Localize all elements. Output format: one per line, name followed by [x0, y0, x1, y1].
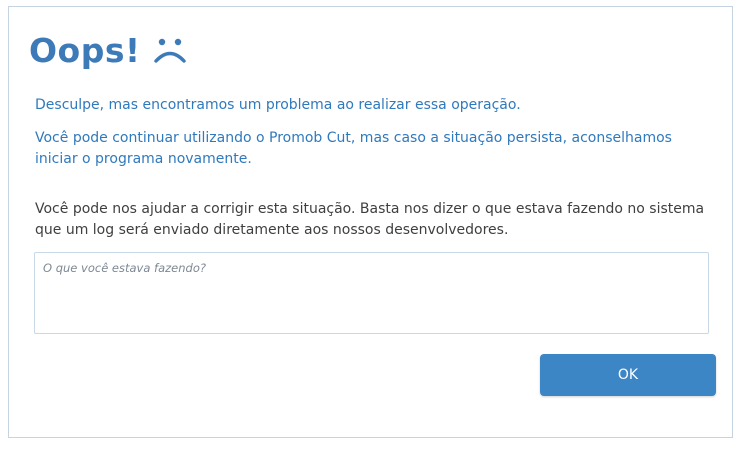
help-message: Você pode nos ajudar a corrigir esta sit…	[35, 201, 705, 238]
title-row: Oops!	[29, 29, 187, 73]
dialog-title: Oops!	[29, 31, 141, 70]
ok-button[interactable]: OK	[540, 354, 716, 396]
error-message: Desculpe, mas encontramos um problema ao…	[35, 97, 521, 113]
sad-face-icon	[153, 36, 187, 66]
error-dialog: Oops! Desculpe, mas encontramos um probl…	[8, 6, 733, 438]
feedback-input[interactable]	[34, 252, 709, 334]
continue-message: Você pode continuar utilizando o Promob …	[35, 130, 672, 167]
